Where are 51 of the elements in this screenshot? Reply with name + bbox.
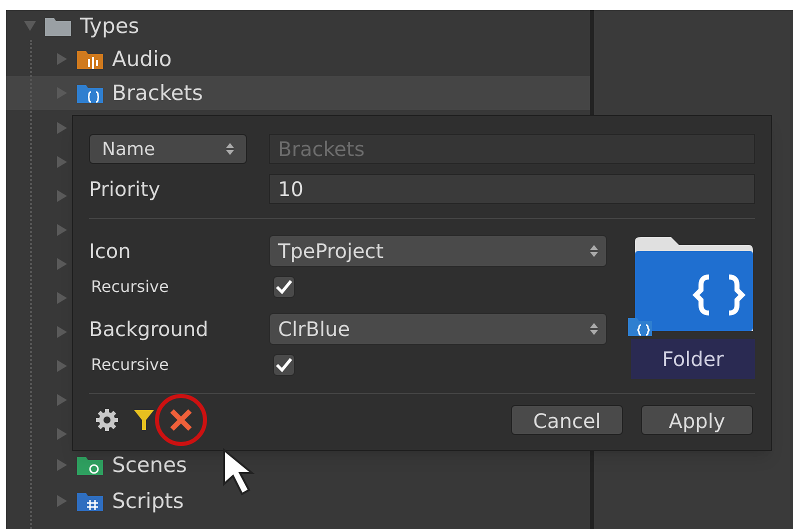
tree-label: Scenes	[112, 454, 187, 476]
folder-icon	[76, 454, 104, 476]
tree-label: Audio	[112, 48, 172, 70]
folder-icon	[76, 82, 104, 104]
settings-icon[interactable]	[95, 408, 119, 432]
expanded-arrow-icon[interactable]	[24, 20, 36, 32]
collapsed-arrow-icon[interactable]	[56, 190, 68, 202]
preview-caption: Folder	[631, 339, 755, 379]
collapsed-arrow-icon[interactable]	[56, 224, 68, 236]
collapsed-arrow-icon[interactable]	[56, 428, 68, 440]
checkbox[interactable]	[273, 276, 295, 298]
collapsed-arrow-icon[interactable]	[56, 326, 68, 338]
tree-row[interactable]: Scenes	[6, 448, 590, 482]
folder-icon	[76, 490, 104, 512]
folder-icon	[76, 48, 104, 70]
filter-icon[interactable]	[133, 408, 155, 432]
tree-label: Brackets	[112, 82, 203, 104]
dropdown[interactable]: ClrBlue	[269, 313, 607, 345]
collapsed-arrow-icon[interactable]	[56, 459, 68, 471]
dialog-button[interactable]: Apply	[641, 405, 753, 435]
collapsed-arrow-icon[interactable]	[56, 495, 68, 507]
updown-icon	[226, 142, 234, 156]
tree-row[interactable]: Types	[6, 10, 590, 42]
recursive-label: Recursive	[90, 354, 170, 376]
updown-icon	[590, 244, 598, 258]
collapsed-arrow-icon[interactable]	[56, 156, 68, 168]
priority-field[interactable]: 10	[269, 174, 755, 204]
tree-label: Types	[80, 16, 140, 36]
checkbox[interactable]	[273, 354, 295, 376]
tree-row[interactable]: Audio	[6, 42, 590, 76]
collapsed-arrow-icon[interactable]	[56, 292, 68, 304]
tree-label: Scripts	[112, 490, 184, 512]
checkmark-icon	[275, 279, 293, 295]
dropdown[interactable]: TpeProject	[269, 235, 607, 267]
highlight-circle	[154, 393, 208, 447]
delete-icon[interactable]	[169, 408, 193, 432]
collapsed-arrow-icon[interactable]	[56, 122, 68, 134]
field-label: Icon	[89, 238, 132, 265]
checkmark-icon	[275, 357, 293, 373]
tree-row[interactable]: Brackets	[6, 76, 590, 110]
updown-icon	[590, 322, 598, 336]
field-label: Background	[89, 316, 210, 343]
collapsed-arrow-icon[interactable]	[56, 394, 68, 406]
priority-label: Priority	[89, 176, 162, 203]
recursive-label: Recursive	[90, 276, 170, 298]
collapsed-arrow-icon[interactable]	[56, 360, 68, 372]
filter-select[interactable]: Name	[89, 134, 247, 164]
tree-row[interactable]: Scripts	[6, 484, 590, 518]
dialog-button[interactable]: Cancel	[511, 405, 623, 435]
collapsed-arrow-icon[interactable]	[56, 53, 68, 65]
collapsed-arrow-icon[interactable]	[56, 258, 68, 270]
